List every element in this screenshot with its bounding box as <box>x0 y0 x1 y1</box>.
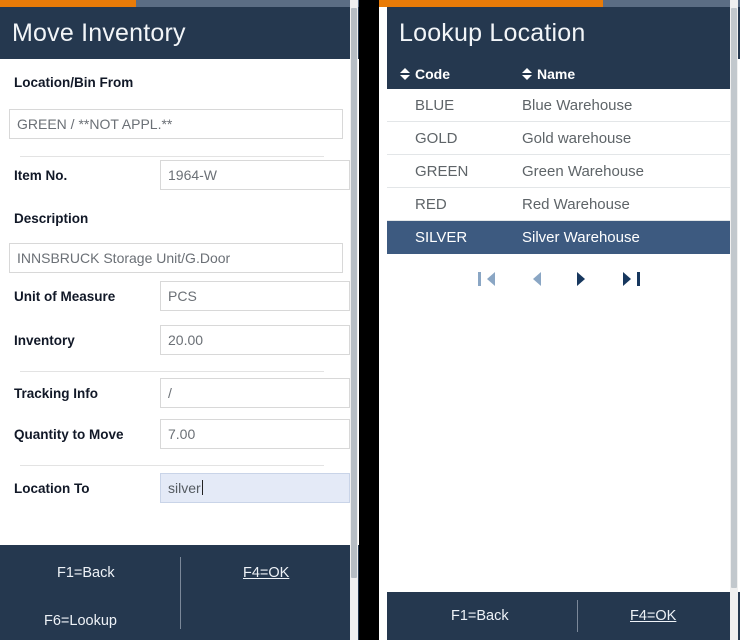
next-page-triangle <box>576 272 585 286</box>
label-location-bin-from: Location/Bin From <box>14 75 134 90</box>
button-f1-back[interactable]: F1=Back <box>57 565 115 581</box>
progress-bar-fill <box>379 0 603 7</box>
left-panel-scrollbar-thumb[interactable] <box>351 8 357 578</box>
column-header-code-label: Code <box>415 66 450 82</box>
right-titlebar: Lookup Location <box>387 7 740 59</box>
label-quantity-to-move: Quantity to Move <box>14 427 124 442</box>
move-inventory-panel: Move Inventory Location/Bin From GREEN /… <box>0 0 359 640</box>
last-page-triangle <box>622 272 631 286</box>
cell-code: GREEN <box>415 162 469 180</box>
previous-page-icon[interactable] <box>526 270 544 288</box>
cell-code: GOLD <box>415 129 458 147</box>
button-f4-ok[interactable]: F4=OK <box>630 608 676 624</box>
text-caret <box>201 480 203 495</box>
left-footer: F1=Back F4=OK F6=Lookup <box>0 545 359 640</box>
input-location-to[interactable]: silver <box>160 473 350 503</box>
progress-bar-right <box>379 0 740 7</box>
page-title-move-inventory: Move Inventory <box>12 18 186 47</box>
progress-bar-left <box>0 0 359 7</box>
field-row-location-bin-from: Location/Bin From <box>0 75 359 90</box>
input-inventory[interactable]: 20.00 <box>160 325 350 355</box>
table-row[interactable]: RED Red Warehouse <box>387 188 730 221</box>
button-f6-lookup[interactable]: F6=Lookup <box>44 613 117 629</box>
footer-divider-right <box>577 600 578 632</box>
right-panel-scrollbar-thumb[interactable] <box>731 8 737 588</box>
label-location-to: Location To <box>14 481 90 496</box>
cell-name: Red Warehouse <box>522 195 630 213</box>
field-row-description: Description <box>0 211 359 226</box>
right-panel-scrollbar[interactable] <box>730 0 738 640</box>
input-description[interactable]: INNSBRUCK Storage Unit/G.Door <box>9 243 343 273</box>
cell-name: Gold warehouse <box>522 129 632 147</box>
cell-name: Green Warehouse <box>522 162 645 180</box>
input-unit-of-measure[interactable]: PCS <box>160 281 350 311</box>
sort-icon[interactable] <box>400 67 410 81</box>
first-page-icon[interactable] <box>477 270 496 288</box>
screen: Move Inventory Location/Bin From GREEN /… <box>0 0 740 640</box>
last-page-icon[interactable] <box>622 270 640 288</box>
label-unit-of-measure: Unit of Measure <box>14 289 116 304</box>
page-title-lookup-location: Lookup Location <box>399 18 586 47</box>
input-tracking-info[interactable]: / <box>160 378 350 408</box>
table-row[interactable]: GOLD Gold warehouse <box>387 122 730 155</box>
label-description: Description <box>14 211 89 226</box>
left-panel-scrollbar[interactable] <box>350 0 358 640</box>
footer-divider-left <box>180 557 181 629</box>
left-titlebar: Move Inventory <box>0 7 359 59</box>
table-pagination <box>387 254 730 296</box>
first-page-triangle <box>486 272 495 286</box>
label-inventory: Inventory <box>14 333 75 348</box>
sort-icon[interactable] <box>522 67 532 81</box>
table-row[interactable]: GREEN Green Warehouse <box>387 155 730 188</box>
progress-bar-fill <box>0 0 137 7</box>
button-f1-back[interactable]: F1=Back <box>451 608 509 624</box>
table-row-selected[interactable]: SILVER Silver Warehouse <box>387 221 730 254</box>
input-location-to-value: silver <box>168 480 201 496</box>
previous-page-triangle <box>532 272 541 286</box>
cell-name: Silver Warehouse <box>522 228 640 246</box>
column-header-name-label: Name <box>537 66 576 82</box>
cell-code: RED <box>415 195 447 213</box>
column-header-code[interactable]: Code <box>387 66 522 82</box>
form-divider-1 <box>20 156 324 157</box>
panel-left-edge <box>379 7 387 59</box>
form-divider-3 <box>20 465 324 466</box>
input-quantity-to-move[interactable]: 7.00 <box>160 419 350 449</box>
cell-code: BLUE <box>415 96 455 114</box>
table-header-row: Code Name <box>387 59 730 89</box>
input-item-no[interactable]: 1964-W <box>160 160 350 190</box>
location-table: Code Name BLUE Blue Warehouse GOLD Gold … <box>387 59 730 590</box>
button-f4-ok[interactable]: F4=OK <box>243 565 289 581</box>
input-location-bin-from[interactable]: GREEN / **NOT APPL.** <box>9 109 343 139</box>
right-footer: F1=Back F4=OK <box>387 592 740 640</box>
cell-code: SILVER <box>415 228 468 246</box>
cell-name: Blue Warehouse <box>522 96 633 114</box>
label-tracking-info: Tracking Info <box>14 386 99 401</box>
column-header-name[interactable]: Name <box>522 66 730 82</box>
form-divider-2 <box>20 371 324 372</box>
move-inventory-form: Location/Bin From GREEN / **NOT APPL.** … <box>0 59 359 545</box>
first-page-bar <box>477 272 481 286</box>
table-row[interactable]: BLUE Blue Warehouse <box>387 89 730 122</box>
lookup-location-panel: Lookup Location Code Name BLUE Blue Ware… <box>379 0 740 640</box>
next-page-icon[interactable] <box>574 270 592 288</box>
last-page-bar <box>636 272 640 286</box>
label-item-no: Item No. <box>14 168 68 183</box>
